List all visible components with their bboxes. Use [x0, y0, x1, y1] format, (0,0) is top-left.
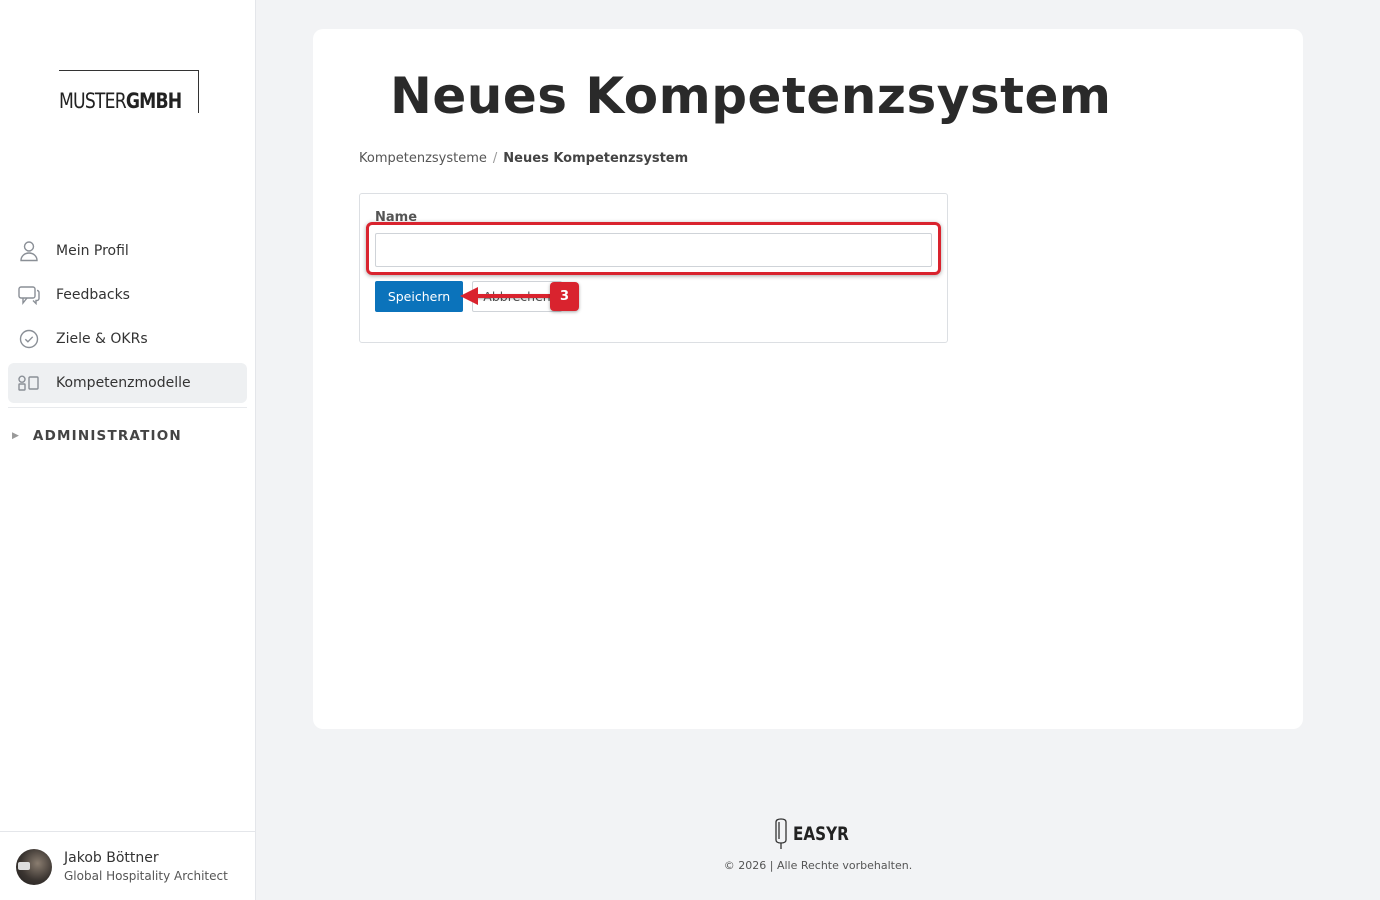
- user-icon: [18, 240, 40, 262]
- footer-logo: EASYR: [772, 818, 863, 850]
- nav-divider: [8, 407, 247, 408]
- chat-icon: [18, 284, 40, 306]
- sidebar-item-label: Feedbacks: [56, 287, 130, 303]
- annotation-highlight-box: [366, 222, 941, 275]
- sidebar-item-label: Ziele & OKRs: [56, 331, 148, 347]
- sidebar-item-label: Mein Profil: [56, 243, 129, 259]
- page-title: Neues Kompetenzsystem: [390, 67, 1112, 125]
- company-logo[interactable]: MUSTERGMBH: [59, 70, 199, 113]
- annotation-arrow-line: [476, 294, 554, 298]
- sidebar-item-label: Kompetenzmodelle: [56, 375, 191, 391]
- footer-logo-text: EASYR: [793, 823, 849, 845]
- main-card: Neues Kompetenzsystem Kompetenzsysteme / N…: [313, 29, 1303, 729]
- breadcrumb-current: Neues Kompetenzsystem: [503, 151, 689, 166]
- breadcrumb-link-kompetenzsysteme[interactable]: Kompetenzsysteme: [359, 151, 487, 166]
- breadcrumb: Kompetenzsysteme / Neues Kompetenzsystem: [359, 151, 688, 166]
- sidebar-item-feedbacks[interactable]: Feedbacks: [8, 275, 247, 315]
- annotation-arrow-icon: [460, 287, 478, 305]
- caret-right-icon: ▶: [12, 431, 19, 441]
- sidebar: MUSTERGMBH Mein Profil Feedbacks Ziele &…: [0, 0, 256, 900]
- section-label: ADMINISTRATION: [32, 428, 182, 444]
- logo-text-bold: GMBH: [125, 89, 182, 113]
- footer-copyright: © 2026 | Alle Rechte vorbehalten.: [0, 859, 1380, 872]
- easyr-logo-icon: [775, 818, 787, 849]
- check-circle-icon: [18, 328, 40, 350]
- sidebar-item-kompetenzmodelle[interactable]: Kompetenzmodelle: [8, 363, 247, 403]
- sidebar-item-mein-profil[interactable]: Mein Profil: [8, 231, 247, 271]
- shapes-icon: [18, 372, 40, 394]
- sidebar-section-administration[interactable]: ▶ ADMINISTRATION: [12, 428, 182, 444]
- sidebar-nav: Mein Profil Feedbacks Ziele & OKRs Kompe…: [8, 231, 247, 408]
- breadcrumb-separator: /: [492, 151, 498, 166]
- annotation-step-badge: 3: [550, 282, 579, 311]
- sidebar-item-ziele-okrs[interactable]: Ziele & OKRs: [8, 319, 247, 359]
- copyright-text: © 2026 | Alle Rechte vorbehalten.: [723, 859, 913, 872]
- logo-text-light: MUSTER: [59, 89, 127, 113]
- save-button[interactable]: Speichern: [375, 281, 463, 312]
